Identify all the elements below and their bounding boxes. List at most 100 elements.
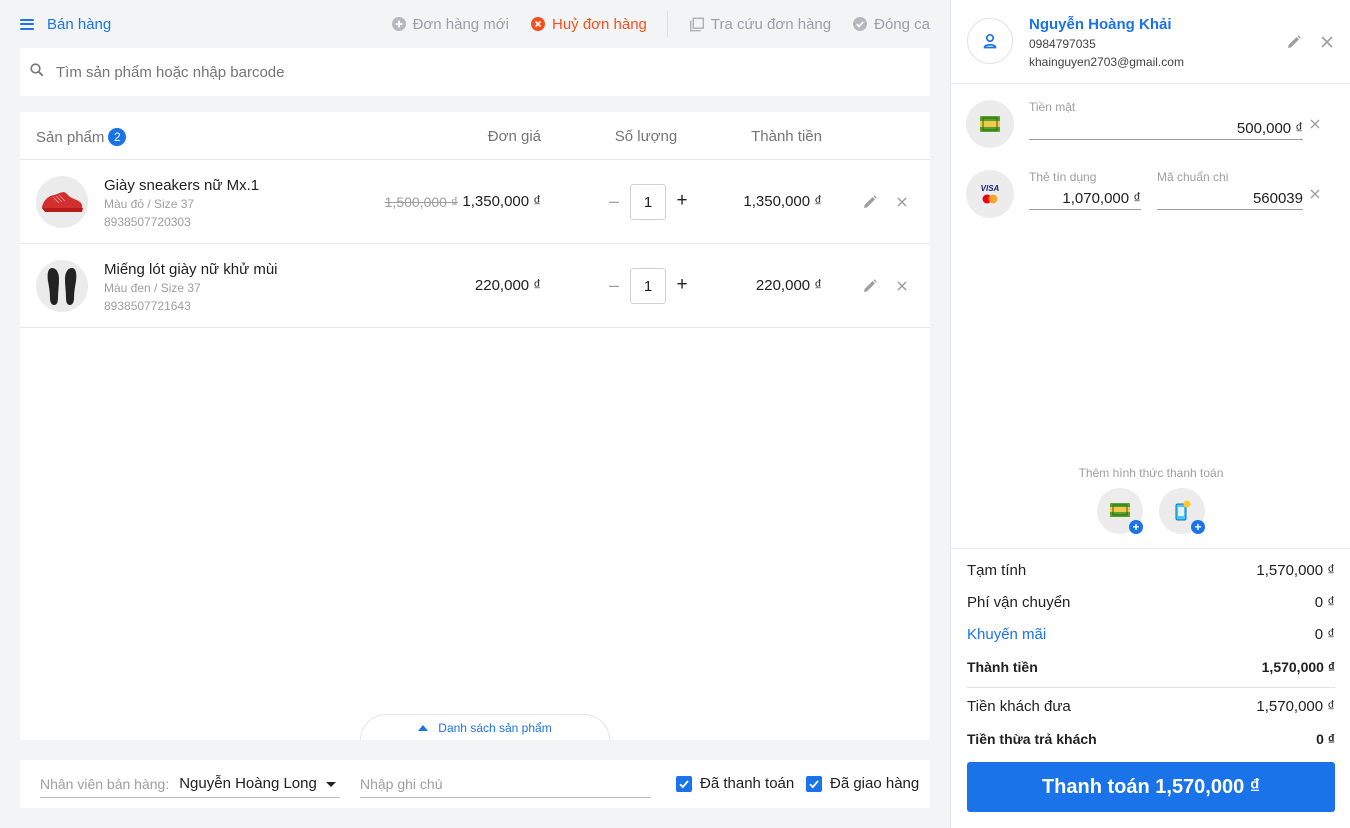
checkbox-checked-icon: [676, 775, 692, 792]
new-order-button[interactable]: Đơn hàng mới: [391, 15, 509, 33]
unit-price: 1,350,000 ₫: [462, 193, 541, 210]
page-title: Bán hàng: [47, 15, 112, 33]
product-name: Miếng lót giày nữ khử mùi: [104, 261, 278, 278]
lookup-order-button[interactable]: Tra cứu đơn hàng: [689, 15, 832, 33]
customer-paid-value: 1,570,000 ₫: [1256, 698, 1335, 715]
customer-card: Nguyễn Hoàng Khải 0984797035 khainguyen2…: [951, 0, 1350, 84]
decrease-quantity-button[interactable]: –: [606, 191, 622, 211]
cancel-order-button[interactable]: Huỷ đơn hàng: [530, 15, 647, 33]
increase-quantity-button[interactable]: +: [674, 275, 690, 295]
product-variant: Màu đen / Size 37: [104, 281, 201, 295]
customer-paid-label: Tiền khách đưa: [967, 698, 1071, 715]
column-unit-price: Đơn giá: [487, 128, 541, 145]
delivered-checkbox[interactable]: Đã giao hàng: [806, 775, 919, 792]
cash-icon: [1110, 503, 1130, 517]
staff-select[interactable]: Nhân viên bán hàng: Nguyễn Hoàng Long: [40, 770, 340, 798]
change-value: 0 ₫: [1316, 731, 1335, 747]
order-footer: Nhân viên bán hàng: Nguyễn Hoàng Long Đã…: [20, 760, 930, 808]
total-label: Thành tiền: [967, 659, 1038, 675]
edit-icon[interactable]: [863, 195, 877, 209]
remove-cash-icon[interactable]: [1308, 117, 1322, 131]
checkout-panel: Nguyễn Hoàng Khải 0984797035 khainguyen2…: [950, 0, 1350, 828]
line-total: 220,000 ₫: [755, 277, 822, 294]
quantity-input[interactable]: [630, 268, 666, 304]
edit-icon[interactable]: [863, 279, 877, 293]
search-icon: [30, 62, 44, 82]
dropdown-caret-icon: [326, 782, 336, 787]
auth-code-label: Mã chuẩn chi: [1157, 170, 1229, 184]
remove-icon[interactable]: [895, 279, 909, 293]
remove-customer-icon[interactable]: [1319, 34, 1335, 50]
column-product-label: Sản phẩm: [36, 129, 105, 146]
cash-amount-field: Tiền mặt: [1029, 100, 1303, 140]
remove-icon[interactable]: [895, 195, 909, 209]
red-sneaker-image: [36, 176, 88, 228]
card-amount-field: Thẻ tín dụng: [1029, 170, 1141, 210]
user-icon: [967, 18, 1013, 64]
card-amount-input[interactable]: [1029, 188, 1141, 210]
order-note-input[interactable]: [360, 770, 651, 798]
black-insoles-image: [36, 260, 88, 312]
customer-phone: 0984797035: [1029, 37, 1096, 51]
summary-divider: [967, 687, 1335, 688]
add-mobile-payment-button[interactable]: +: [1159, 488, 1205, 534]
add-cash-payment-button[interactable]: +: [1097, 488, 1143, 534]
product-search-input[interactable]: [56, 63, 856, 81]
card-label: Thẻ tín dụng: [1029, 170, 1097, 184]
total-row: Thành tiền 1,570,000 ₫: [967, 659, 1335, 675]
add-payment-label: Thêm hình thức thanh toán: [1078, 466, 1224, 480]
close-shift-button[interactable]: Đóng ca: [853, 16, 930, 33]
column-total: Thành tiền: [751, 128, 822, 145]
table-row: Miếng lót giày nữ khử mùi Màu đen / Size…: [20, 244, 930, 328]
customer-email: khainguyen2703@gmail.com: [1029, 55, 1184, 69]
auth-code-input[interactable]: [1157, 188, 1303, 210]
svg-text:VISA: VISA: [981, 184, 1000, 193]
subtotal-label: Tạm tính: [967, 562, 1027, 579]
paid-checkbox[interactable]: Đã thanh toán: [676, 775, 794, 792]
order-summary: Tạm tính 1,570,000 ₫ Phí vận chuyển 0 ₫ …: [951, 548, 1350, 747]
top-toolbar: Bán hàng Đơn hàng mới Huỷ đơn hàng Tra c…: [20, 0, 930, 48]
decrease-quantity-button[interactable]: –: [606, 275, 622, 295]
new-order-label: Đơn hàng mới: [412, 15, 509, 33]
change-row: Tiền thừa trả khách 0 ₫: [967, 731, 1335, 747]
quantity-input[interactable]: [630, 184, 666, 220]
product-list-toggle-label: Danh sách sản phẩm: [438, 720, 552, 735]
product-count-badge: 2: [108, 128, 127, 146]
menu-button[interactable]: Bán hàng: [20, 16, 111, 33]
product-variant: Màu đỏ / Size 37: [104, 197, 195, 211]
shipping-value: 0 ₫: [1314, 594, 1335, 611]
subtotal-value: 1,570,000 ₫: [1256, 562, 1335, 579]
cash-amount-input[interactable]: [1029, 118, 1303, 140]
caret-up-icon: [418, 724, 429, 731]
checkbox-checked-icon: [806, 775, 822, 792]
product-name: Giày sneakers nữ Mx.1: [104, 177, 260, 194]
product-list-toggle[interactable]: Danh sách sản phẩm: [360, 714, 610, 740]
line-total: 1,350,000 ₫: [743, 193, 822, 210]
promotion-link[interactable]: Khuyến mãi: [967, 626, 1046, 643]
edit-customer-icon[interactable]: [1287, 35, 1301, 49]
remove-card-icon[interactable]: [1308, 187, 1322, 201]
increase-quantity-button[interactable]: +: [674, 191, 690, 211]
hamburger-icon: [20, 18, 34, 30]
cash-icon: [966, 100, 1014, 148]
payment-credit-card: VISA Thẻ tín dụng Mã chuẩn chi: [951, 154, 1350, 224]
visa-mastercard-icon: VISA: [966, 170, 1014, 218]
shipping-row: Phí vận chuyển 0 ₫: [967, 594, 1335, 611]
subtotal-row: Tạm tính 1,570,000 ₫: [967, 562, 1335, 579]
staff-value: Nguyễn Hoàng Long: [179, 775, 317, 792]
plus-badge-icon: +: [1191, 520, 1205, 534]
customer-name[interactable]: Nguyễn Hoàng Khải: [1029, 16, 1172, 33]
change-label: Tiền thừa trả khách: [967, 731, 1097, 747]
product-barcode: 8938507721643: [104, 299, 191, 313]
customer-paid-row: Tiền khách đưa 1,570,000 ₫: [967, 698, 1335, 715]
product-table-header: Sản phẩm 2 Đơn giá Số lượng Thành tiền: [20, 112, 930, 160]
column-product: Sản phẩm 2: [36, 128, 127, 146]
product-search-bar: [20, 48, 930, 96]
checkout-button[interactable]: Thanh toán 1,570,000 ₫: [967, 762, 1335, 812]
cancel-order-label: Huỷ đơn hàng: [551, 15, 647, 33]
cancel-circle-icon: [530, 17, 545, 31]
lookup-order-label: Tra cứu đơn hàng: [710, 15, 832, 33]
promotion-value: 0 ₫: [1314, 626, 1335, 643]
plus-badge-icon: +: [1129, 520, 1143, 534]
toolbar-actions: Đơn hàng mới Huỷ đơn hàng Tra cứu đơn hà…: [370, 0, 930, 48]
